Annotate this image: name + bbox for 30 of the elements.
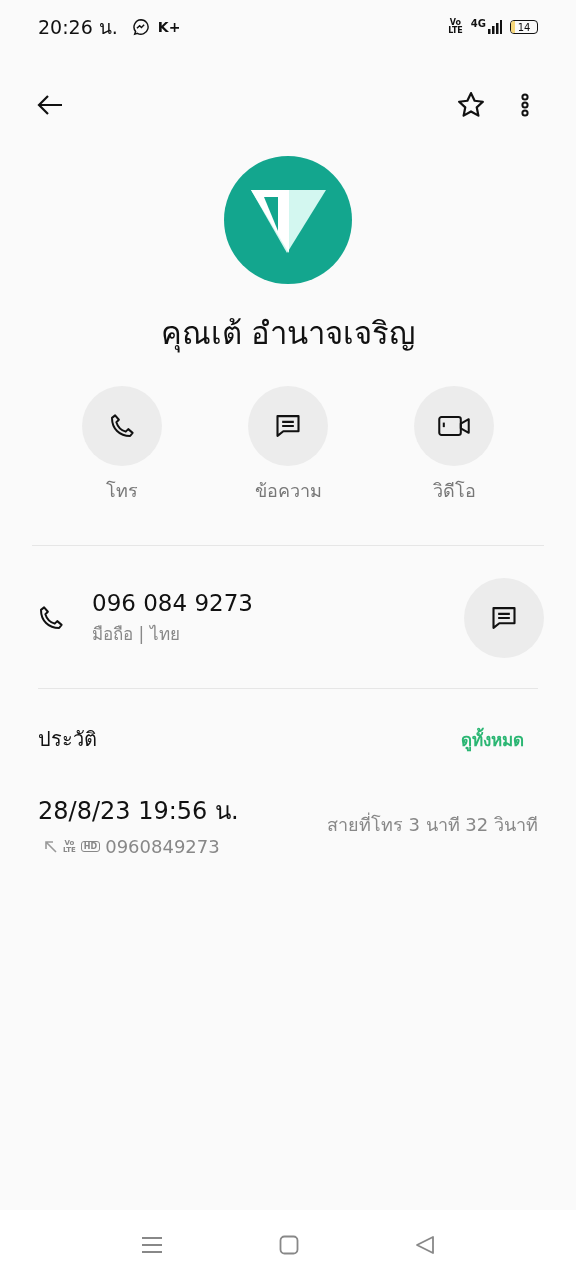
- call-duration: สายที่โทร 3 นาที 32 วินาที: [326, 811, 538, 837]
- more-icon[interactable]: [520, 93, 530, 117]
- call-number: 0960849273: [105, 836, 220, 857]
- contact-avatar-icon: [224, 156, 352, 284]
- back-nav-icon[interactable]: [415, 1235, 435, 1255]
- star-icon[interactable]: [456, 90, 486, 120]
- volte-indicator: Vo LTE: [448, 19, 463, 35]
- contact-name: คุณเต้ อำนาจเจริญ: [159, 314, 417, 355]
- message-icon: [490, 604, 518, 632]
- status-time: 20:26 น.: [38, 15, 118, 40]
- action-label: ข้อความ: [254, 479, 322, 503]
- messenger-icon: [131, 18, 150, 36]
- battery-indicator: 14: [510, 20, 538, 34]
- network-indicator: 4G: [470, 17, 486, 29]
- video-camera-icon: [437, 413, 471, 439]
- history-title: ประวัติ: [38, 726, 97, 753]
- menu-icon[interactable]: [141, 1235, 163, 1255]
- hd-badge: HD: [80, 841, 101, 852]
- home-icon[interactable]: [279, 1235, 299, 1255]
- action-label: วิดีโอ: [432, 479, 476, 503]
- signal-icon: [488, 20, 502, 34]
- app-label: K+: [157, 19, 181, 35]
- phone-number: 096 084 9273: [92, 589, 253, 616]
- outgoing-arrow-icon: [44, 839, 58, 854]
- back-icon[interactable]: [36, 94, 64, 116]
- view-all-link[interactable]: ดูทั้งหมด: [461, 725, 524, 753]
- message-icon: [274, 412, 302, 440]
- action-label: โทร: [106, 479, 138, 503]
- call-datetime: 28/8/23 19:56 น.: [38, 796, 239, 827]
- phone-type: มือถือ | ไทย: [92, 622, 181, 646]
